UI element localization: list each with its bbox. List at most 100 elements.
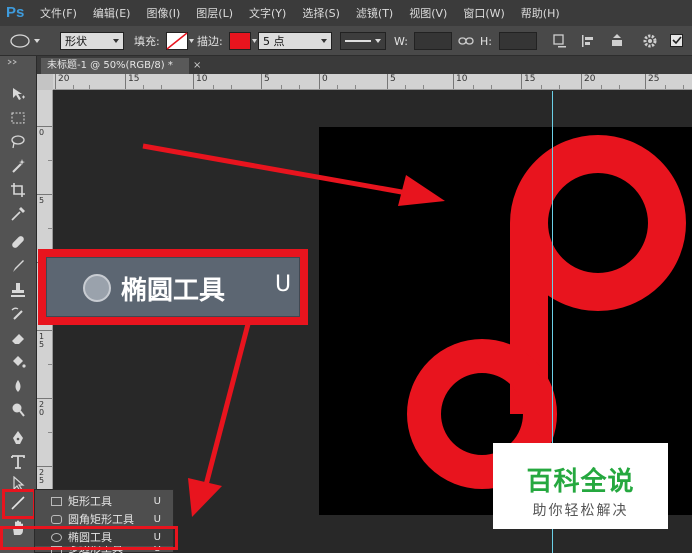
lasso-icon bbox=[11, 135, 25, 149]
flyout-item-shortcut: U bbox=[153, 495, 161, 507]
menu-view[interactable]: 视图(V) bbox=[409, 5, 447, 21]
menu-layer[interactable]: 图层(L) bbox=[196, 5, 233, 21]
path-operations-icon[interactable] bbox=[552, 33, 568, 49]
height-input[interactable] bbox=[499, 32, 537, 50]
options-bar: 形状 填充: 描边: 5 点 W: H: bbox=[0, 26, 692, 56]
tool-preset-picker[interactable] bbox=[8, 26, 44, 56]
ellipse-icon bbox=[83, 274, 111, 302]
type-icon bbox=[11, 455, 25, 469]
ruler-tick bbox=[473, 85, 474, 89]
ruler-tick bbox=[55, 74, 56, 89]
menu-select[interactable]: 选择(S) bbox=[302, 5, 340, 21]
tooltip-body: 椭圆工具 U bbox=[46, 257, 300, 317]
ruler-label: 20 bbox=[58, 74, 70, 84]
ruler-tick bbox=[73, 85, 74, 89]
menu-image[interactable]: 图像(I) bbox=[146, 5, 180, 21]
active-tool-highlight bbox=[2, 489, 36, 519]
ruler-label: 5 bbox=[39, 196, 45, 205]
ruler-tick bbox=[213, 85, 214, 89]
ruler-tick bbox=[387, 74, 388, 89]
stroke-line-preview bbox=[345, 40, 371, 42]
collapse-panel-icon[interactable] bbox=[6, 59, 20, 65]
brush-tool[interactable] bbox=[7, 256, 29, 276]
annotation-arrow-head bbox=[398, 175, 445, 206]
ruler-tick bbox=[299, 85, 300, 89]
history-brush-icon bbox=[11, 307, 23, 320]
document-tab[interactable]: 未标题-1 @ 50%(RGB/8) * bbox=[41, 58, 189, 74]
move-tool[interactable] bbox=[7, 84, 29, 104]
path-alignment-icon[interactable] bbox=[580, 33, 596, 49]
eraser-tool[interactable] bbox=[7, 328, 29, 348]
lasso-tool[interactable] bbox=[7, 132, 29, 152]
ruler-tick bbox=[161, 85, 162, 89]
magic-wand-tool[interactable] bbox=[7, 156, 29, 176]
ruler-tick bbox=[143, 85, 144, 89]
stroke-label: 描边: bbox=[197, 35, 223, 48]
annotation-arrow bbox=[203, 323, 251, 486]
fill-swatch[interactable] bbox=[166, 32, 194, 50]
menu-bar: Ps 文件(F) 编辑(E) 图像(I) 图层(L) 文字(Y) 选择(S) 滤… bbox=[0, 0, 692, 26]
ruler-tick bbox=[619, 85, 620, 89]
type-tool[interactable] bbox=[7, 452, 29, 472]
marquee-tool[interactable] bbox=[7, 108, 29, 128]
healing-brush-tool[interactable] bbox=[7, 232, 29, 252]
flyout-item-label: 矩形工具 bbox=[68, 495, 112, 508]
stamp-icon bbox=[11, 283, 25, 297]
pen-icon bbox=[13, 431, 23, 444]
ruler-tick bbox=[355, 85, 356, 89]
clone-stamp-tool[interactable] bbox=[7, 280, 29, 300]
ruler-label: 0 bbox=[39, 128, 45, 137]
menu-file[interactable]: 文件(F) bbox=[40, 5, 77, 21]
menu-type[interactable]: 文字(Y) bbox=[249, 5, 286, 21]
path-arrangement-icon[interactable] bbox=[608, 33, 626, 49]
crop-icon bbox=[11, 183, 25, 197]
ruler-tick bbox=[337, 85, 338, 89]
width-input[interactable] bbox=[414, 32, 452, 50]
fill-label: 填充: bbox=[134, 35, 160, 48]
watermark-badge: 百科全说 助你轻松解决 bbox=[493, 443, 668, 529]
ruler-tick bbox=[645, 74, 646, 89]
ruler-label: 2 0 bbox=[39, 400, 45, 417]
tool-mode-select[interactable]: 形状 bbox=[60, 32, 124, 50]
align-edges-checkbox[interactable] bbox=[670, 34, 684, 48]
blur-tool[interactable] bbox=[7, 376, 29, 396]
rectangle-icon bbox=[51, 496, 62, 506]
menu-edit[interactable]: 编辑(E) bbox=[93, 5, 131, 21]
stroke-swatch[interactable] bbox=[229, 32, 257, 50]
stroke-width-field[interactable]: 5 点 bbox=[258, 32, 332, 50]
menu-filter[interactable]: 滤镜(T) bbox=[356, 5, 393, 21]
pen-tool[interactable] bbox=[7, 428, 29, 448]
ruler-label: 5 bbox=[264, 74, 270, 84]
ruler-tick bbox=[231, 85, 232, 89]
ruler-tick bbox=[261, 74, 262, 89]
ruler-tick bbox=[491, 85, 492, 89]
flyout-item-rectangle[interactable]: 矩形工具 U bbox=[35, 492, 173, 510]
crop-tool[interactable] bbox=[7, 180, 29, 200]
paint-bucket-tool[interactable] bbox=[7, 352, 29, 372]
tool-mode-value: 形状 bbox=[65, 35, 87, 48]
tool-panel bbox=[0, 56, 37, 553]
ellipse-preset-icon bbox=[10, 34, 40, 48]
menu-help[interactable]: 帮助(H) bbox=[521, 5, 560, 21]
eyedropper-icon bbox=[11, 207, 25, 221]
chevron-down-icon bbox=[375, 39, 381, 43]
ruler-tick bbox=[601, 85, 602, 89]
history-brush-tool[interactable] bbox=[7, 304, 29, 324]
eyedropper-tool[interactable] bbox=[7, 204, 29, 224]
stroke-type-select[interactable] bbox=[340, 32, 386, 50]
stroke-width-value: 5 点 bbox=[263, 35, 285, 48]
link-icon[interactable] bbox=[458, 35, 474, 47]
top-ring-shape[interactable] bbox=[510, 135, 686, 311]
ruler-label: 1 5 bbox=[39, 332, 45, 349]
dodge-tool[interactable] bbox=[7, 400, 29, 420]
menu-window[interactable]: 窗口(W) bbox=[463, 5, 504, 21]
horizontal-ruler[interactable]: 20 15 10 5 0 5 10 15 20 25 bbox=[53, 74, 692, 90]
watermark-title: 百科全说 bbox=[526, 467, 635, 497]
ruler-tick bbox=[319, 74, 320, 89]
gear-icon[interactable] bbox=[642, 33, 658, 49]
ruler-corner[interactable] bbox=[37, 74, 53, 90]
annotation-arrow-2 bbox=[188, 323, 251, 517]
chevron-down-icon bbox=[113, 39, 119, 43]
close-tab-icon[interactable]: × bbox=[193, 58, 201, 74]
dodge-icon bbox=[12, 403, 25, 417]
